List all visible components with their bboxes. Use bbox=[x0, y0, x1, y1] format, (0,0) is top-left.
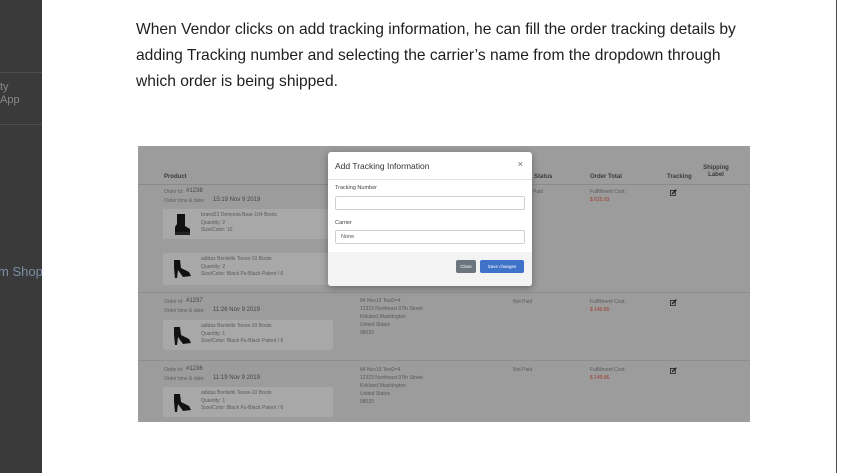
order-time: 15:19 Nov 9 2019 bbox=[213, 197, 261, 203]
modal-title: Add Tracking Information bbox=[335, 161, 430, 171]
product-size: Size/Color: Black Pu-Black Patent / 6 bbox=[201, 271, 284, 277]
modal-footer: Close Save changes bbox=[328, 252, 532, 286]
address-line: 12323 Northeast 97th Street bbox=[360, 375, 423, 381]
left-sidebar-panel: ty App m Shop bbox=[0, 0, 42, 473]
column-header-shipping-label: Shipping Label bbox=[703, 165, 729, 178]
column-header-tracking: Tracking bbox=[667, 174, 692, 180]
address-line: United States bbox=[360, 322, 391, 328]
close-button[interactable]: Close bbox=[456, 260, 476, 273]
product-card: adidas Bordello Teeze-10 Boots Quantity:… bbox=[163, 387, 333, 417]
order-id: #1238 bbox=[186, 188, 203, 194]
product-size: Size/Color: Black Pu-Black Patent / 6 bbox=[201, 405, 284, 411]
address-line: 84 Nov19 Test2=4 bbox=[360, 298, 401, 304]
order-id-label: Order id: bbox=[164, 299, 184, 305]
product-name: adidas Bordello Teeze-10 Boots bbox=[201, 390, 272, 396]
shoe-image bbox=[174, 394, 191, 412]
add-tracking-modal: Add Tracking Information × Tracking Numb… bbox=[328, 152, 532, 286]
shoe-image bbox=[175, 214, 190, 235]
sidebar-divider bbox=[0, 124, 42, 125]
product-quantity: Quantity: 2 bbox=[201, 220, 226, 226]
edit-icon[interactable] bbox=[670, 189, 677, 196]
description-text: When Vendor clicks on add tracking infor… bbox=[136, 21, 736, 90]
product-name: adidas Bordello Teeze-10 Boots bbox=[201, 256, 272, 262]
column-header-order-total: Order Total bbox=[590, 174, 622, 180]
address-line: Kirkland,Washington bbox=[360, 383, 406, 389]
carrier-label: Carrier bbox=[335, 220, 352, 226]
row-divider bbox=[138, 292, 750, 293]
address-line: 12323 Northeast 97th Street bbox=[360, 306, 423, 312]
order-id: #1236 bbox=[186, 366, 203, 372]
address-line: Kirkland,Washington bbox=[360, 314, 406, 320]
order-id-label: Order id: bbox=[164, 367, 184, 373]
address-line: United States bbox=[360, 391, 391, 397]
product-quantity: Quantity: 2 bbox=[201, 264, 226, 270]
sidebar-text-fragment: ty bbox=[0, 81, 9, 93]
fulfillment-cost: $ 625.93 bbox=[590, 197, 610, 203]
order-time: 11:19 Nov 9 2019 bbox=[213, 375, 260, 381]
shoe-image bbox=[174, 260, 191, 278]
product-card: brand22 Demonia Bear-104 Boots Quantity:… bbox=[163, 209, 333, 239]
column-header-status: Status bbox=[534, 174, 553, 180]
row-divider bbox=[138, 360, 750, 361]
product-card: adidas Bordello Teeze-10 Boots Quantity:… bbox=[163, 320, 333, 350]
carrier-select[interactable]: None bbox=[335, 230, 525, 244]
order-id-label: Order id: bbox=[164, 189, 184, 195]
payment-status: Not Paid bbox=[513, 299, 533, 305]
product-name: adidas Bordello Teeze-10 Boots bbox=[201, 323, 272, 329]
fulfillment-cost-label: Fulfillment Cost: bbox=[590, 299, 626, 305]
product-size: Size/Color: 10 bbox=[201, 227, 233, 233]
tracking-number-label: Tracking Number bbox=[335, 185, 377, 191]
order-time-label: Order time & date: bbox=[164, 198, 205, 204]
order-time-label: Order time & date: bbox=[164, 376, 205, 382]
sidebar-shop-link[interactable]: m Shop bbox=[0, 264, 42, 279]
sidebar-divider bbox=[0, 72, 42, 73]
order-time-label: Order time & date: bbox=[164, 308, 205, 314]
fulfillment-cost: $ 149.86 bbox=[590, 375, 610, 381]
fulfillment-cost-label: Fulfillment Cost: bbox=[590, 367, 626, 373]
page-border bbox=[836, 0, 837, 473]
fulfillment-cost-label: Fulfillment Cost: bbox=[590, 189, 626, 195]
carrier-selected-value: None bbox=[341, 234, 355, 240]
save-changes-button[interactable]: Save changes bbox=[480, 260, 524, 273]
payment-status: Not Paid bbox=[513, 367, 533, 373]
shoe-image bbox=[174, 327, 191, 345]
product-quantity: Quantity: 1 bbox=[201, 331, 226, 337]
modal-close-icon[interactable]: × bbox=[518, 159, 523, 169]
tracking-number-input[interactable] bbox=[335, 196, 525, 210]
column-header-product: Product bbox=[164, 174, 187, 180]
modal-divider bbox=[328, 179, 532, 180]
product-name: brand22 Demonia Bear-104 Boots bbox=[201, 212, 277, 218]
product-quantity: Quantity: 1 bbox=[201, 398, 226, 404]
fulfillment-cost: $ 149.86 bbox=[590, 307, 610, 313]
edit-icon[interactable] bbox=[670, 299, 677, 306]
sidebar-text-fragment: App bbox=[0, 94, 20, 106]
edit-icon[interactable] bbox=[670, 367, 677, 374]
product-card: adidas Bordello Teeze-10 Boots Quantity:… bbox=[163, 253, 333, 285]
address-line: 98033 bbox=[360, 399, 374, 405]
order-time: 11:26 Nov 9 2019 bbox=[213, 307, 260, 313]
address-line: 84 Nov19 Test2=4 bbox=[360, 367, 401, 373]
product-size: Size/Color: Black Pu-Black Patent / 6 bbox=[201, 338, 284, 344]
order-id: #1237 bbox=[186, 298, 203, 304]
address-line: 98033 bbox=[360, 330, 374, 336]
payment-status: Paid bbox=[533, 189, 544, 195]
orders-screenshot: Product Status Order Total Tracking Ship… bbox=[138, 146, 750, 422]
